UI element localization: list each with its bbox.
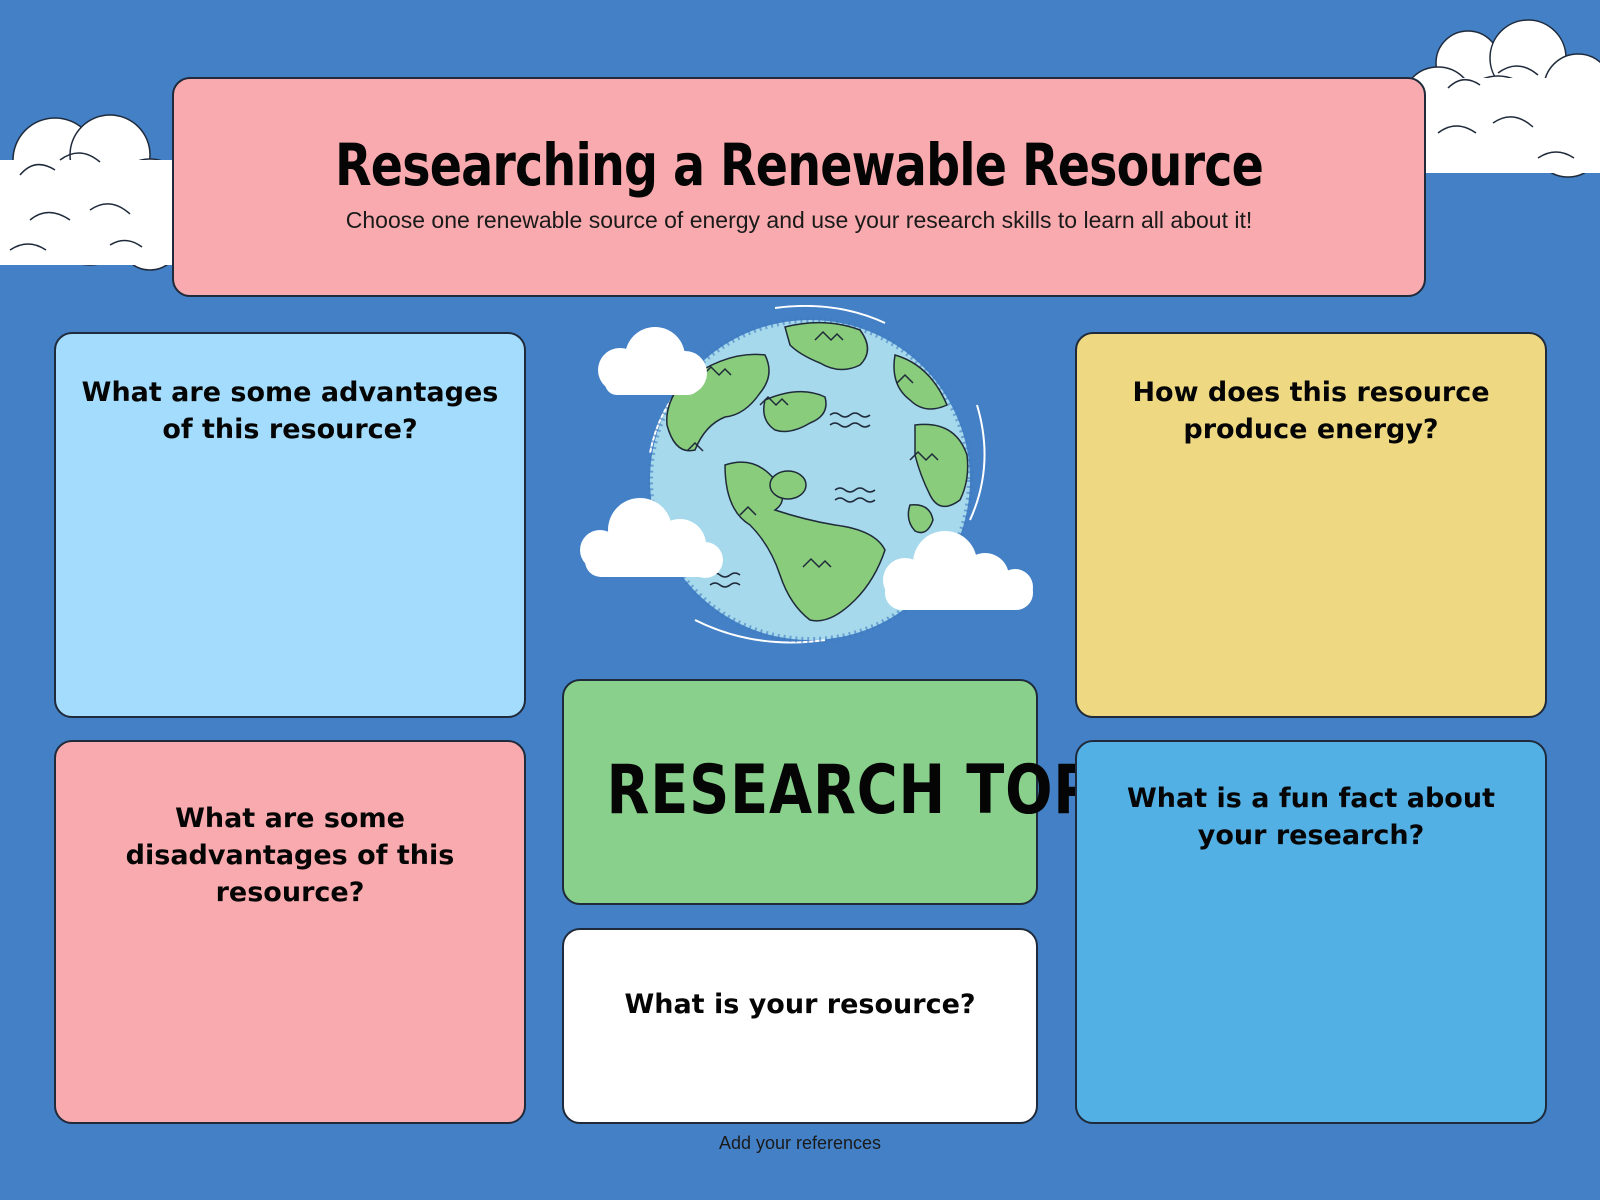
produce-energy-question: How does this resource produce energy? <box>1132 377 1490 445</box>
globe-icon <box>580 305 1033 644</box>
disadvantages-question: What are some disadvantages of this reso… <box>125 803 455 908</box>
advantages-box[interactable]: What are some advantages of this resourc… <box>54 332 526 718</box>
header-banner: Researching a Renewable Resource Choose … <box>172 77 1426 297</box>
resource-box[interactable]: What is your resource? <box>562 928 1038 1124</box>
research-topic-label: RESEARCH TOPIC <box>606 751 1159 830</box>
fun-fact-question: What is a fun fact about your research? <box>1127 783 1495 851</box>
research-topic-box[interactable]: RESEARCH TOPIC <box>562 679 1159 905</box>
page-title: Researching a Renewable Resource <box>334 131 1264 199</box>
fun-fact-box[interactable]: What is a fun fact about your research? <box>1075 740 1547 1124</box>
references-link[interactable]: Add your references <box>0 1133 1600 1154</box>
cloud-icon <box>0 114 190 271</box>
resource-question: What is your resource? <box>624 989 976 1020</box>
advantages-question: What are some advantages of this resourc… <box>81 377 499 445</box>
disadvantages-box[interactable]: What are some disadvantages of this reso… <box>54 740 526 1124</box>
page-subtitle: Choose one renewable source of energy an… <box>345 207 1253 233</box>
produce-energy-box[interactable]: How does this resource produce energy? <box>1075 332 1547 718</box>
